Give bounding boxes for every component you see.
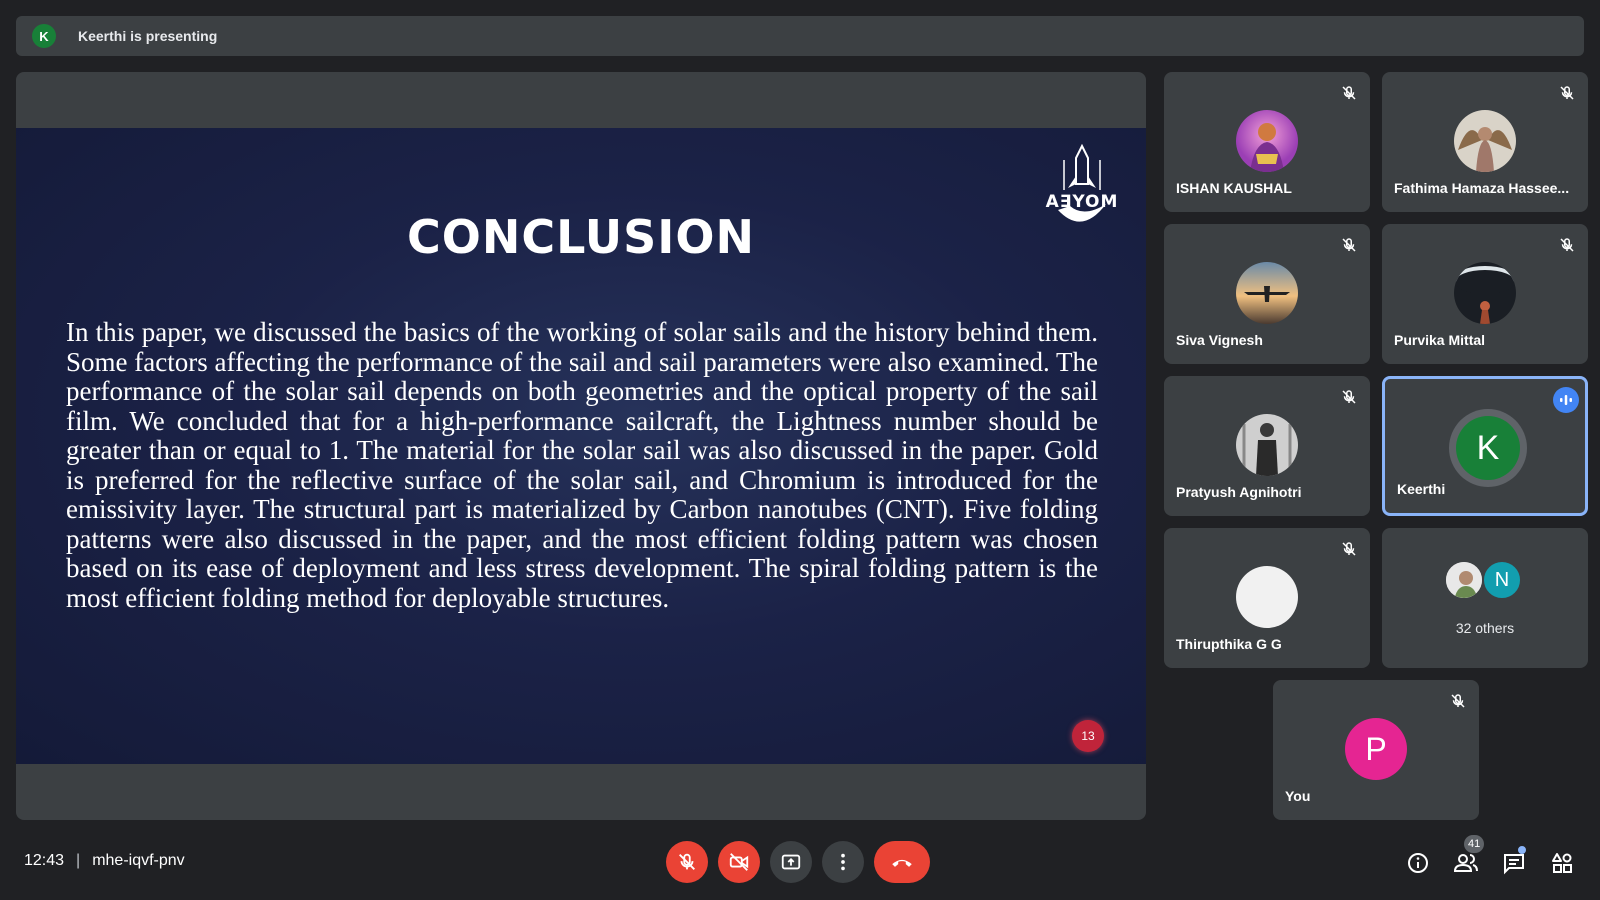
participant-name: Purvika Mittal — [1394, 332, 1486, 348]
slide-page-number: 13 — [1072, 720, 1104, 752]
present-screen-icon — [781, 854, 801, 870]
participant-tile-speaking[interactable]: K Keerthi — [1382, 376, 1588, 516]
participant-count-badge: 41 — [1464, 835, 1485, 853]
others-tile[interactable]: N 32 others — [1382, 528, 1588, 668]
participant-avatar: N — [1482, 560, 1522, 600]
slide-logo-text: A∃YOM — [1045, 192, 1119, 212]
mic-off-icon — [1560, 238, 1574, 252]
more-options-button[interactable] — [822, 841, 864, 883]
presenting-text: Keerthi is presenting — [78, 28, 218, 44]
participant-name: Siva Vignesh — [1176, 332, 1263, 348]
mic-off-icon — [1451, 694, 1465, 708]
participant-avatar: K — [1449, 409, 1527, 487]
meeting-separator: | — [76, 852, 81, 869]
presenting-banner: K Keerthi is presenting — [16, 16, 1584, 56]
meeting-details-button[interactable] — [1404, 849, 1432, 877]
toggle-camera-button[interactable] — [718, 841, 760, 883]
presentation-slide: A∃YOM CONCLUSION In this paper, we discu… — [16, 128, 1146, 764]
participant-avatar — [1236, 414, 1298, 476]
hang-up-icon — [892, 859, 912, 867]
participant-name: ISHAN KAUSHAL — [1176, 180, 1292, 196]
participant-avatar — [1444, 560, 1484, 600]
participant-tile[interactable]: Siva Vignesh — [1164, 224, 1370, 364]
self-avatar: P — [1345, 718, 1407, 780]
presenter-avatar: K — [32, 24, 56, 48]
participant-avatar — [1236, 566, 1298, 628]
presentation-stage[interactable]: A∃YOM CONCLUSION In this paper, we discu… — [16, 72, 1146, 820]
show-everyone-button[interactable] — [1452, 849, 1480, 877]
activities-icon — [1552, 853, 1572, 873]
present-screen-button[interactable] — [770, 841, 812, 883]
participant-avatar — [1236, 262, 1298, 324]
chat-notification-dot — [1518, 846, 1526, 854]
chat-icon — [1504, 854, 1524, 875]
mic-off-icon — [1560, 86, 1574, 100]
participant-name: Fathima Hamaza Hassee... — [1394, 180, 1570, 196]
more-vert-icon — [841, 853, 845, 871]
others-count-label: 32 others — [1455, 620, 1515, 636]
camera-off-icon — [729, 853, 749, 871]
mic-off-icon — [679, 853, 695, 870]
participant-avatar — [1454, 262, 1516, 324]
meeting-details[interactable]: 12:43 | mhe-iqvf-pnv — [24, 852, 185, 870]
people-icon — [1453, 854, 1478, 872]
participant-name: Pratyush Agnihotri — [1176, 484, 1302, 500]
participant-tile[interactable]: ISHAN KAUSHAL — [1164, 72, 1370, 212]
slide-title: CONCLUSION — [407, 210, 755, 264]
participant-name: Keerthi — [1397, 481, 1446, 497]
mic-off-icon — [1342, 542, 1356, 556]
info-icon — [1408, 853, 1428, 873]
mic-off-icon — [1342, 238, 1356, 252]
slide-body-text: In this paper, we discussed the basics o… — [66, 317, 1098, 613]
mic-off-icon — [1342, 86, 1356, 100]
leave-call-button[interactable] — [874, 841, 930, 883]
avatar-letter: K — [1456, 416, 1520, 480]
participant-name: Thirupthika G G — [1176, 636, 1282, 652]
meeting-code: mhe-iqvf-pnv — [92, 852, 185, 869]
meeting-time: 12:43 — [24, 852, 65, 869]
mic-off-icon — [1342, 390, 1356, 404]
participant-tile[interactable]: Fathima Hamaza Hassee... — [1382, 72, 1588, 212]
toggle-mic-button[interactable] — [666, 841, 708, 883]
self-name: You — [1285, 788, 1311, 804]
self-tile[interactable]: P You — [1273, 680, 1479, 820]
activities-button[interactable] — [1548, 849, 1576, 877]
participant-avatar — [1454, 110, 1516, 172]
participant-tile[interactable]: Pratyush Agnihotri — [1164, 376, 1370, 516]
speaking-indicator-icon — [1553, 387, 1579, 413]
participant-avatar — [1236, 110, 1298, 172]
participant-tile[interactable]: Purvika Mittal — [1382, 224, 1588, 364]
participant-tile[interactable]: Thirupthika G G — [1164, 528, 1370, 668]
